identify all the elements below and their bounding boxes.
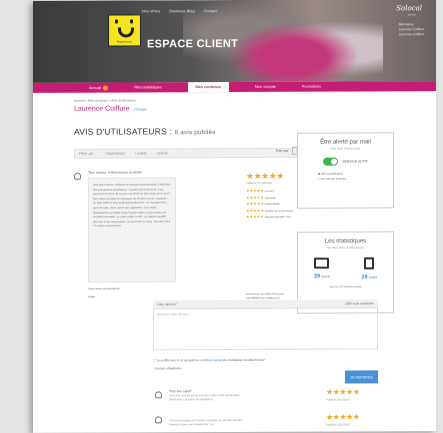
radio-weekly-label: une fois par semaine [320, 176, 347, 181]
review-item-date: Publié le 22/10/2016 [326, 423, 350, 427]
logo-text: PagesJaunes [116, 40, 133, 44]
nav-item-content[interactable]: Mes contenus [187, 82, 229, 93]
desktop-views: 39 [313, 273, 321, 280]
filter-activity[interactable]: Activité [157, 151, 168, 155]
stats-row: 39 vues 28 vues [298, 257, 393, 280]
top-link-contact[interactable]: Contact [204, 9, 218, 13]
review-count: 6 avis publiés [174, 129, 216, 137]
criterion-availability-label: Disponibilité [264, 201, 280, 207]
reply-remaining: 1000 mots caractérés [345, 301, 374, 306]
change-client-link[interactable]: Changer [134, 107, 147, 111]
mobile-views: 28 [361, 274, 368, 281]
alert-toggle[interactable]: SERVICE ACTIF [298, 157, 393, 166]
breadcrumb[interactable]: Accueil > Mes contenus > Avis d'utilisat… [74, 97, 396, 102]
cgu-text: Je certifie avoir lu et accepté les [156, 358, 200, 363]
radio-on-publish-label: dès la publication [321, 171, 343, 176]
page-heading: ESPACE CLIENT [147, 37, 239, 51]
user-box[interactable]: Bienvenue Laurence Coiffure Laurence Coi… [399, 22, 424, 37]
reply-submit-button[interactable]: JE RÉPONDS [345, 370, 378, 384]
user-avatar-icon [155, 416, 162, 424]
nav-item-account[interactable]: Mon compte [255, 85, 276, 89]
radio-weekly[interactable]: ○ une fois par semaine [318, 176, 393, 181]
criteria-list: ★★★★★ Accueil ★★★★★ Conseils ★★★★★ Dispo… [246, 188, 293, 221]
filter-locality[interactable]: Localité [135, 151, 147, 155]
pagesjaunes-logo[interactable]: PagesJaunes [108, 14, 141, 47]
filter-department[interactable]: Département [105, 151, 125, 155]
review-item-title[interactable]: "très bon salon" [169, 389, 192, 393]
review-meta: Vous avez personnalisé Autre [88, 285, 120, 301]
header: Nos offres Business Blog Contact Solocal… [33, 0, 436, 83]
top-links: Nos offres Business Blog Contact [142, 9, 217, 13]
review-item-text: Une prière ensuite est au bon plan coiff… [169, 393, 240, 401]
review-meta-other[interactable]: Autre [88, 293, 120, 301]
browser-frame: Nos offres Business Blog Contact Solocal… [33, 0, 436, 433]
cgu-text-end: d'utilisation du dépôt d'avis* [228, 357, 266, 363]
alert-panel: Être alerté par mail lors d'un nouvel av… [297, 132, 394, 209]
review-item: Très bonne équipe qui m'a bien conseillé… [155, 412, 380, 427]
filter-label: Filtrer par : [79, 151, 96, 156]
reply-label: Votre réponse* [157, 302, 177, 307]
mobile-views-unit: vues [368, 274, 378, 280]
brand-logo[interactable]: Solocal [396, 4, 422, 12]
review-meta-personalized[interactable]: Vous avez personnalisé [88, 285, 120, 293]
page-title-text: AVIS D'UTILISATEURS : [74, 126, 173, 137]
criterion-welcome-label: Accueil [264, 188, 274, 193]
nav-item-home-label: Accueil [89, 85, 102, 90]
desktop-icon [314, 257, 330, 269]
user-avatar-icon [74, 172, 81, 180]
mobile-stat: 28 vues [361, 257, 377, 280]
user-avatar-icon [155, 391, 162, 399]
toggle-label: SERVICE ACTIF [342, 159, 368, 164]
nav-item-stats[interactable]: Mes statistiques [134, 85, 161, 89]
top-link-offers[interactable]: Nos offres [142, 9, 160, 13]
reply-textarea[interactable]: Saisissez votre réponse [153, 307, 378, 351]
review-text: Avis que rebutée coiffeurs se trouvent p… [88, 177, 176, 283]
review-item-stars: ★★★★★ [326, 412, 360, 422]
review-item-text: Très bonne équipe qui m'a bien conseillé… [169, 418, 242, 426]
reply-form: Votre réponse* 1000 mots caractérés Saisi… [153, 299, 378, 384]
review-title: "Bon service, tellement pas un détail" [88, 170, 143, 175]
top-link-blog[interactable]: Business Blog [169, 9, 194, 13]
user-account: Laurence Coiffure [398, 32, 424, 37]
review-item-date: Publié le 26/10/2016 [326, 398, 350, 402]
desktop-views-unit: vues [321, 273, 330, 279]
review-item: "très bon salon" Une prière ensuite est … [155, 387, 380, 402]
review-item-stars: ★★★★★ [326, 387, 360, 397]
criterion-value-label: Rapport Qualité / Prix [264, 215, 292, 220]
nav-item-home[interactable]: Accueil [89, 85, 109, 91]
post-date: Publié le 27/10/2016 [246, 180, 272, 185]
criterion-value: ★★★★★ Rapport Qualité / Prix [246, 214, 292, 220]
toggle-switch[interactable] [323, 157, 339, 166]
criterion-quality-label: Qualité de la prestation [264, 208, 294, 213]
stats-period: (sur les 30 derniers mois) [329, 284, 362, 289]
alert-subtitle: lors d'un nouvel avis [330, 146, 361, 151]
mobile-icon [364, 257, 375, 270]
cgu-link[interactable]: conditions générales [200, 358, 228, 362]
notification-badge [103, 85, 109, 91]
stats-subtitle: de mes avis d'utilisateurs [327, 245, 364, 250]
criterion-advice-label: Conseils [264, 195, 276, 200]
alert-frequency: ◉ dès la publication ○ une fois par sema… [298, 171, 393, 181]
nav-item-promotions[interactable]: Promotions [302, 85, 321, 89]
client-name: Laurence Coiffure Changer [74, 104, 396, 112]
cgu-checkbox[interactable]: ☐ Je certifie avoir lu et accepté les co… [153, 357, 378, 362]
desktop-stat: 39 vues [313, 257, 330, 281]
brand-sub: groupe [408, 13, 416, 17]
smile-mouth [118, 27, 134, 38]
client-name-text: Laurence Coiffure [74, 105, 130, 113]
filter-bar: Filtrer par : Département Localité Activ… [74, 147, 299, 159]
sort-label: Trier par : [275, 148, 291, 153]
